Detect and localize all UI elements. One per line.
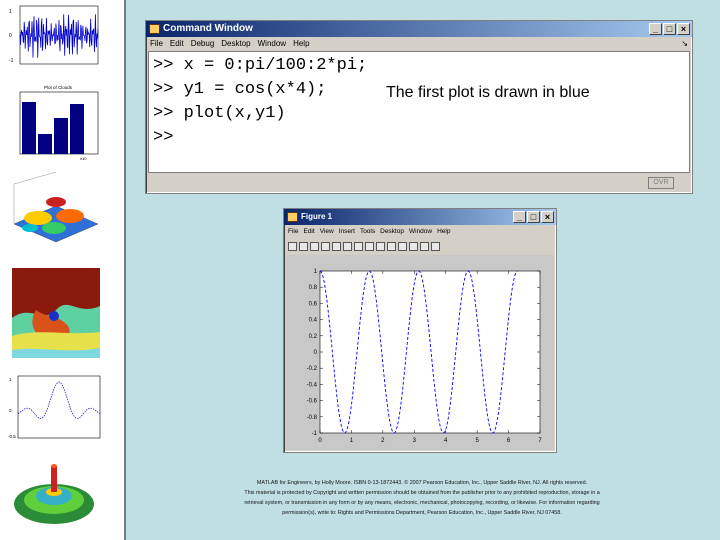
- x-tick-label: 5: [475, 438, 479, 444]
- figure-icon: [287, 212, 298, 222]
- footer-line: retrieval system, or transmission in any…: [244, 500, 600, 506]
- figure-window: Figure 1 _ □ × File Edit View Insert Too…: [283, 208, 557, 453]
- pan-icon[interactable]: [365, 241, 374, 251]
- new-icon[interactable]: [288, 241, 297, 251]
- svg-text:-1: -1: [9, 58, 14, 64]
- y-tick-label: 0.4: [309, 318, 318, 324]
- menu-edit[interactable]: Edit: [303, 225, 314, 239]
- command-window-menubar: File Edit Debug Desktop Window Help ↘: [146, 37, 692, 51]
- colorbar-icon[interactable]: [398, 241, 407, 251]
- y-tick-label: 0.6: [309, 301, 318, 307]
- open-icon[interactable]: [299, 241, 308, 251]
- x-tick-label: 0: [318, 438, 322, 444]
- y-tick-label: -0.8: [307, 415, 318, 421]
- thumbnail-3d-surface: [8, 458, 102, 538]
- command-window-titlebar[interactable]: Command Window _ □ ×: [146, 21, 692, 37]
- svg-text:-0.5: -0.5: [8, 434, 16, 439]
- data-cursor-icon[interactable]: [387, 241, 396, 251]
- matlab-icon: [149, 24, 160, 34]
- grid-icon[interactable]: [420, 241, 429, 251]
- minimize-button[interactable]: _: [513, 211, 526, 223]
- y-tick-label: -0.4: [307, 382, 318, 388]
- menu-debug[interactable]: Debug: [191, 37, 215, 51]
- svg-text:0: 0: [9, 33, 12, 39]
- figure-window-titlebar[interactable]: Figure 1 _ □ ×: [284, 209, 556, 225]
- x-tick-label: 6: [507, 438, 511, 444]
- close-button[interactable]: ×: [677, 23, 690, 35]
- y-tick-label: 0.2: [309, 334, 318, 340]
- x-tick-label: 7: [538, 438, 542, 444]
- thumbnail-bar-chart: Plot of Clouds x10: [8, 82, 102, 162]
- figure-menubar: File Edit View Insert Tools Desktop Wind…: [284, 225, 556, 239]
- y-tick-label: -0.2: [307, 366, 318, 372]
- y-tick-label: 0: [314, 350, 318, 356]
- menu-file[interactable]: File: [150, 37, 163, 51]
- thumbnail-bar-xlabel: x10: [80, 156, 87, 161]
- figure-window-title: Figure 1: [301, 212, 333, 221]
- menu-desktop[interactable]: Desktop: [221, 37, 250, 51]
- plot-area: [319, 270, 541, 434]
- y-tick-label: 0.8: [309, 285, 318, 291]
- menu-help[interactable]: Help: [293, 37, 309, 51]
- legend-icon[interactable]: [409, 241, 418, 251]
- menu-desktop[interactable]: Desktop: [380, 225, 404, 239]
- undock-arrow-icon[interactable]: ↘: [681, 37, 688, 51]
- svg-text:1: 1: [9, 377, 12, 382]
- thumbnail-surface-plot: [8, 172, 102, 256]
- x-tick-label: 2: [381, 438, 385, 444]
- thumbnail-sinc-plot: 1 0 -0.5: [8, 372, 102, 446]
- copyright-footer: MATLAB for Engineers, by Holly Moore. IS…: [172, 478, 672, 518]
- figure-toolbar: [284, 239, 556, 253]
- command-window-title: Command Window: [163, 23, 253, 34]
- x-tick-label: 4: [444, 438, 448, 444]
- thumbnail-strip: 1 0 -1 Plot of Clouds x10 1 0 -0.5: [0, 0, 126, 540]
- menu-tools[interactable]: Tools: [360, 225, 375, 239]
- dock-icon[interactable]: [431, 241, 440, 251]
- pointer-icon[interactable]: [332, 241, 341, 251]
- menu-edit[interactable]: Edit: [170, 37, 184, 51]
- thumbnail-signal-plot: 1 0 -1: [8, 4, 102, 74]
- zoom-in-icon[interactable]: [343, 241, 352, 251]
- footer-line: This material is protected by Copyright …: [244, 490, 600, 496]
- save-icon[interactable]: [310, 241, 319, 251]
- maximize-button[interactable]: □: [527, 211, 540, 223]
- print-icon[interactable]: [321, 241, 330, 251]
- command-line: >> x = 0:pi/100:2*pi;: [153, 56, 368, 75]
- menu-window[interactable]: Window: [258, 37, 286, 51]
- footer-line: MATLAB for Engineers, by Holly Moore. IS…: [256, 480, 588, 486]
- figure-canvas: 0 1 2 3 4 5 6 7 -1 -0.8 -0.6 -0.4 -0.2 0 0.2 0.4 0.6 0.8 1: [286, 255, 554, 450]
- command-prompt[interactable]: >>: [153, 126, 685, 150]
- x-tick-label: 3: [413, 438, 417, 444]
- status-bar: OVR: [148, 176, 690, 191]
- menu-window[interactable]: Window: [409, 225, 432, 239]
- zoom-out-icon[interactable]: [354, 241, 363, 251]
- slide-caption: The first plot is drawn in blue: [386, 84, 590, 101]
- y-tick-label: 1: [314, 269, 318, 275]
- menu-file[interactable]: File: [288, 225, 298, 239]
- maximize-button[interactable]: □: [663, 23, 676, 35]
- minimize-button[interactable]: _: [649, 23, 662, 35]
- footer-line: permission(s), write to: Rights and Perm…: [282, 510, 562, 516]
- menu-view[interactable]: View: [320, 225, 334, 239]
- command-input-area[interactable]: >> x = 0:pi/100:2*pi; >> y1 = cos(x*4); …: [148, 51, 690, 173]
- command-line: >> plot(x,y1): [153, 104, 286, 123]
- thumbnail-bar-title: Plot of Clouds: [44, 85, 73, 90]
- menu-insert[interactable]: Insert: [339, 225, 355, 239]
- ovr-indicator: OVR: [648, 177, 674, 189]
- rotate-icon[interactable]: [376, 241, 385, 251]
- y-tick-label: -0.6: [307, 399, 318, 405]
- y-tick-label: -1: [312, 431, 318, 437]
- cosine-plot: 0 1 2 3 4 5 6 7 -1 -0.8 -0.6 -0.4 -0.2 0 0.2 0.4 0.6 0.8 1: [307, 269, 543, 444]
- x-tick-label: 1: [350, 438, 354, 444]
- close-button[interactable]: ×: [541, 211, 554, 223]
- command-window: Command Window _ □ × File Edit Debug Des…: [145, 20, 693, 194]
- menu-help[interactable]: Help: [437, 225, 450, 239]
- thumbnail-fractal-image: [8, 266, 102, 364]
- svg-text:1: 1: [9, 9, 12, 15]
- svg-text:0: 0: [9, 408, 12, 413]
